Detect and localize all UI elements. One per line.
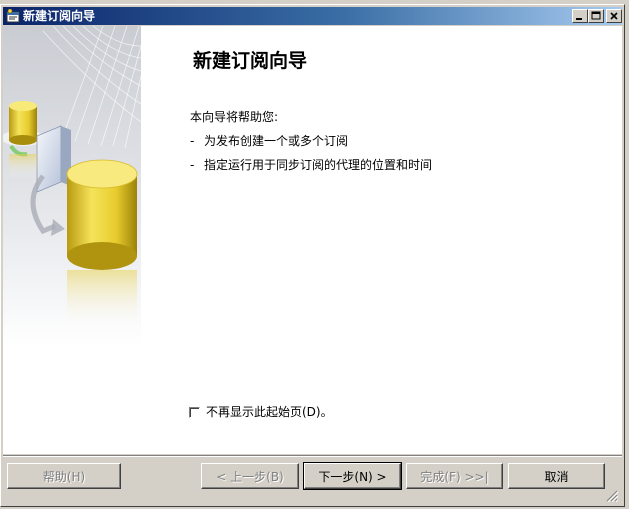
back-button[interactable]: < 上一步(B) [201,463,299,489]
bullet-item: - 指定运行用于同步订阅的代理的位置和时间 [190,156,432,173]
close-button[interactable] [606,9,622,23]
finish-button[interactable]: 完成(F) >>| [406,463,503,489]
bullet-dash: - [190,134,195,148]
minimize-icon [576,18,582,20]
wizard-content: 新建订阅向导 本向导将帮助您: - 为发布创建一个或多个订阅 - 指定运行用于同步订… [3,26,622,454]
cancel-button[interactable]: 取消 [508,463,605,489]
minimize-button[interactable] [572,9,588,23]
skip-start-page-checkbox[interactable] [189,407,200,418]
page-title: 新建订阅向导 [193,50,308,72]
resize-grip-icon[interactable] [606,490,618,502]
bullet-text: 指定运行用于同步订阅的代理的位置和时间 [204,158,433,172]
bullet-item: - 为发布创建一个或多个订阅 [190,132,348,149]
next-button[interactable]: 下一步(N) > [303,462,402,490]
wizard-window: 新建订阅向导 新建订阅向导 本向导将帮助您: - 为发布创建一个或多个订阅 - … [0,4,625,507]
skip-start-page-option[interactable]: 不再显示此起始页(D)。 [189,403,333,420]
help-button[interactable]: 帮助(H) [7,463,121,489]
title-bar[interactable]: 新建订阅向导 [3,7,622,25]
close-icon [610,12,618,20]
database-graphic [3,26,141,454]
bullet-text: 为发布创建一个或多个订阅 [204,134,349,148]
window-title: 新建订阅向导 [23,9,96,23]
bullet-dash: - [190,158,195,172]
intro-text: 本向导将帮助您: [190,110,279,124]
app-icon [6,9,20,23]
skip-start-page-label[interactable]: 不再显示此起始页(D)。 [206,405,333,419]
button-separator [3,455,622,457]
maximize-button[interactable] [588,9,604,23]
maximize-icon [591,11,601,20]
